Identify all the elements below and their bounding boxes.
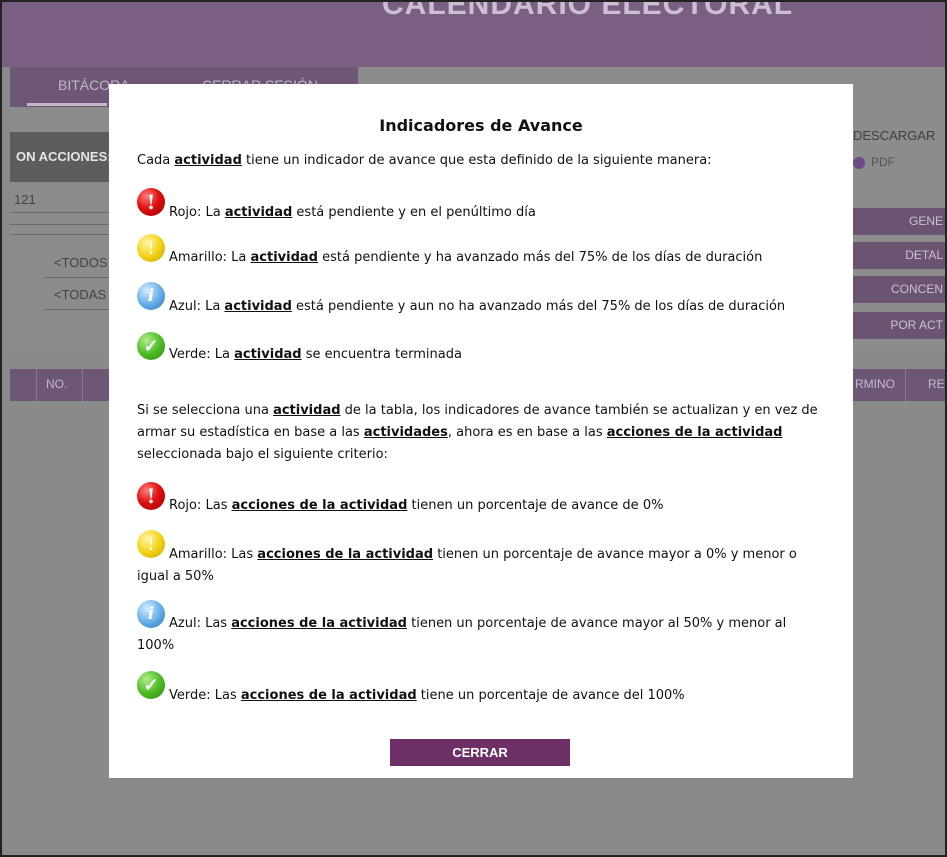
column-res[interactable]: RES <box>928 377 945 391</box>
text: Azul: Las <box>169 616 232 631</box>
divider <box>44 309 110 310</box>
keyword: acciones de la actividad <box>231 616 407 631</box>
pdf-label: PDF <box>871 155 895 169</box>
text: Azul: La <box>169 299 225 314</box>
indicator-amarillo: Amarillo: La actividad está pendiente y … <box>169 247 859 269</box>
column-termino[interactable]: RMINO <box>855 377 895 391</box>
pdf-radio[interactable] <box>853 157 865 169</box>
text: Si se selecciona una <box>137 403 274 418</box>
divider <box>44 277 110 278</box>
text: está pendiente y ha avanzado más del 75%… <box>317 250 763 265</box>
indicator2-rojo: Rojo: Las acciones de la actividad tiene… <box>169 495 859 517</box>
modal-title: Indicadores de Avance <box>379 116 583 135</box>
column-separator <box>36 369 37 401</box>
keyword: acciones de la actividad <box>240 688 417 703</box>
indicator-azul: Azul: La actividad está pendiente y aun … <box>169 296 859 318</box>
detalle-button[interactable]: DETAL <box>853 242 945 269</box>
text: Verde: Las <box>169 688 241 703</box>
descargar-label: DESCARGAR <box>853 128 936 143</box>
close-button[interactable]: CERRAR <box>390 739 570 766</box>
selection-explanation: Si se selecciona una actividad de la tab… <box>137 400 827 466</box>
app-header: CALENDARIO ELECTORAL <box>2 0 945 67</box>
text: tiene un indicador de avance que esta de… <box>241 153 712 168</box>
select-todas[interactable]: <TODAS <box>54 287 106 302</box>
indicator-rojo: Rojo: La actividad está pendiente y en e… <box>169 202 859 224</box>
divider <box>10 234 110 235</box>
text: tiene un porcentaje de avance del 100% <box>416 688 685 703</box>
indicator2-verde: Verde: Las acciones de la actividad tien… <box>169 685 859 707</box>
indicator2-amarillo: Amarillo: Las acciones de la actividad t… <box>137 544 827 588</box>
keyword: actividades <box>363 425 448 440</box>
divider <box>10 224 110 225</box>
keyword: actividad <box>234 347 302 362</box>
text: tienen un porcentaje de avance de 0% <box>407 498 664 513</box>
text: Amarillo: La <box>169 250 251 265</box>
indicator2-azul: Azul: Las acciones de la actividad tiene… <box>137 613 827 657</box>
keyword: actividad <box>250 250 318 265</box>
filter-value[interactable]: 121 <box>14 192 36 207</box>
green-check-icon: ✓ <box>137 332 165 360</box>
screen: CALENDARIO ELECTORAL BITÁCORA CERRAR SES… <box>0 0 947 857</box>
intro-text: Cada actividad tiene un indicador de ava… <box>137 150 827 172</box>
keyword: actividad <box>224 205 293 220</box>
text: Amarillo: Las <box>169 547 258 562</box>
divider <box>10 212 110 213</box>
column-separator <box>82 369 83 401</box>
acciones-label: ON ACCIONES: <box>10 132 112 182</box>
app-title: CALENDARIO ELECTORAL <box>382 0 794 21</box>
keyword: actividad <box>273 403 341 418</box>
text: , ahora es en base a las <box>447 425 607 440</box>
text: seleccionada bajo el siguiente criterio: <box>137 447 388 462</box>
column-no[interactable]: NO. <box>46 377 67 391</box>
yellow-exclamation-icon: ! <box>137 234 165 262</box>
text: está pendiente y en el penúltimo día <box>292 205 536 220</box>
keyword: actividad <box>224 299 292 314</box>
text: se encuentra terminada <box>301 347 462 362</box>
red-exclamation-icon: ! <box>137 188 165 216</box>
indicator-verde: Verde: La actividad se encuentra termina… <box>169 344 859 366</box>
blue-info-icon: i <box>137 282 165 310</box>
nav-active-underline <box>27 103 107 106</box>
text: Rojo: Las <box>169 498 232 513</box>
general-button[interactable]: GENE <box>853 208 945 235</box>
keyword: actividad <box>174 153 242 168</box>
text: Verde: La <box>169 347 235 362</box>
indicadores-modal: Indicadores de Avance Cada actividad tie… <box>109 84 853 778</box>
column-separator <box>905 369 906 401</box>
select-todos[interactable]: <TODOS <box>54 255 108 270</box>
concentrado-button[interactable]: CONCEN <box>853 276 945 303</box>
red-exclamation-icon: ! <box>137 482 165 510</box>
text: está pendiente y aun no ha avanzado más … <box>291 299 786 314</box>
keyword: acciones de la actividad <box>257 547 434 562</box>
keyword: acciones de la actividad <box>231 498 408 513</box>
text: Cada <box>137 153 175 168</box>
por-actividad-button[interactable]: POR ACT <box>853 312 945 339</box>
text: Rojo: La <box>169 205 225 220</box>
green-check-icon: ✓ <box>137 671 165 699</box>
keyword: acciones de la actividad <box>606 425 783 440</box>
